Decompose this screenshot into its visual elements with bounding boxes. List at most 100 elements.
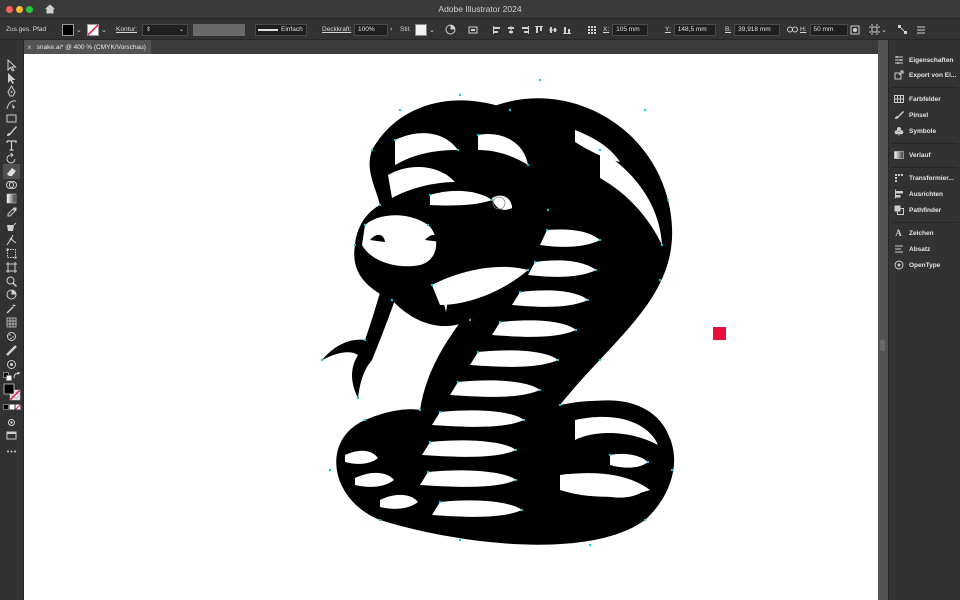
selection-tool-icon[interactable] (5, 59, 18, 72)
control-bar: Zus.ges. Pfad ⌄ ⌄ Kontur: ⇕ ⌄ Einfach Dec… (0, 19, 960, 40)
align-right-icon[interactable] (518, 23, 531, 36)
constrain-proportions-icon[interactable] (786, 23, 799, 36)
w-value: 39,918 mm (738, 26, 771, 33)
y-field[interactable]: 148,5 mm (673, 23, 716, 36)
swatches-icon (893, 94, 904, 105)
opentype-icon (893, 260, 904, 271)
w-field[interactable]: 39,918 mm (734, 23, 781, 36)
fill-dropdown-icon[interactable]: ⌄ (76, 26, 82, 34)
panel-label: Eigenschaften (909, 56, 954, 64)
recolor-artwork-icon[interactable] (444, 23, 457, 36)
artboard-canvas[interactable] (24, 54, 878, 600)
document-tab-bar: × snake.ai* @ 400 % (CMYK/Vorschau) (24, 40, 878, 54)
free-transform-tool-icon[interactable] (5, 247, 18, 260)
isolate-icon[interactable] (868, 23, 881, 36)
panel-pathfinder[interactable]: Pathfinder (893, 203, 941, 217)
panel-dock-gutter (878, 40, 888, 600)
opacity-field[interactable]: 100% (354, 23, 388, 36)
blend-tool-icon[interactable] (5, 358, 18, 371)
panel-label: Pinsel (909, 111, 929, 119)
isolate-dropdown-icon[interactable]: ⌄ (881, 26, 887, 34)
puppet-warp-tool-icon[interactable] (5, 234, 18, 247)
selected-red-square[interactable] (713, 327, 726, 340)
color-mode-icons[interactable] (3, 404, 21, 411)
stroke-line-preview (258, 28, 278, 31)
panel-absatz[interactable]: Absatz (893, 242, 930, 256)
panel-eigenschaften[interactable]: Eigenschaften (893, 53, 953, 67)
x-field[interactable]: 105 mm (612, 23, 649, 36)
properties-icon (893, 55, 904, 66)
paintbrush-tool-icon[interactable] (5, 125, 18, 138)
swap-colors-icon[interactable] (13, 372, 21, 380)
screen-mode-icon[interactable] (5, 429, 18, 442)
opacity-label[interactable]: Deckkraft: (322, 26, 351, 33)
artboard-tool-icon[interactable] (5, 261, 18, 274)
panel-transformieren[interactable]: Transformier... (893, 171, 954, 185)
document-tab[interactable]: × snake.ai* @ 400 % (CMYK/Vorschau) (24, 40, 151, 54)
panel-label: Export von El... (909, 71, 957, 79)
eyedropper-tool-icon[interactable] (5, 206, 18, 219)
magic-wand-tool-icon[interactable] (5, 302, 18, 315)
stroke-dropdown-icon[interactable]: ⌄ (101, 26, 107, 34)
snake-artwork[interactable] (24, 54, 878, 600)
rectangle-tool-icon[interactable] (5, 112, 18, 125)
panel-symbole[interactable]: Symbole (893, 124, 936, 138)
brush-definition-dropdown[interactable]: Einfach (255, 23, 307, 36)
style-dropdown-icon[interactable]: ⌄ (429, 26, 435, 34)
align-vcenter-icon[interactable] (546, 23, 559, 36)
align-left-icon[interactable] (490, 23, 503, 36)
panel-farbfelder[interactable]: Farbfelder (893, 92, 941, 106)
fill-stroke-swatches[interactable] (3, 383, 21, 401)
mesh-tool-icon[interactable] (5, 316, 18, 329)
live-paint-bucket-icon[interactable] (5, 220, 18, 233)
pie-graph-tool-icon[interactable] (5, 288, 18, 301)
panel-menu-icon[interactable] (914, 23, 927, 36)
draw-mode-icon[interactable] (5, 416, 18, 429)
panel-pinsel[interactable]: Pinsel (893, 108, 928, 122)
shape-options-icon[interactable] (848, 23, 861, 36)
shape-builder-tool-icon[interactable] (5, 179, 18, 192)
stroke-none-swatch[interactable] (87, 23, 99, 36)
pen-tool-icon[interactable] (5, 85, 18, 98)
panel-export[interactable]: Export von El... (893, 68, 956, 82)
distribute-icon[interactable] (896, 23, 909, 36)
panel-label: Absatz (909, 245, 931, 253)
panel-verlauf[interactable]: Verlauf (893, 148, 931, 162)
zoom-tool-icon[interactable] (5, 275, 18, 288)
variable-width-profile[interactable] (193, 23, 245, 36)
measure-tool-icon[interactable] (5, 344, 18, 357)
stroke-label[interactable]: Kontur: (116, 26, 137, 33)
opacity-value: 100% (358, 26, 375, 33)
default-colors-icon[interactable] (3, 372, 12, 381)
graphic-style-swatch[interactable] (415, 23, 427, 36)
align-selection-icon[interactable] (466, 23, 479, 36)
fill-swatch[interactable] (62, 23, 74, 36)
y-value: 148,5 mm (677, 26, 707, 33)
close-tab-icon[interactable]: × (27, 43, 32, 52)
panel-zeichen[interactable]: A Zeichen (893, 226, 933, 240)
symbol-sprayer-icon[interactable] (5, 330, 18, 343)
direct-selection-tool-icon[interactable] (5, 72, 18, 85)
symbols-icon (893, 126, 904, 137)
y-label: Y: (665, 26, 671, 33)
more-tools-icon[interactable] (5, 445, 18, 458)
reference-point-icon[interactable] (585, 23, 598, 36)
panel-label: Pathfinder (909, 206, 942, 214)
stroke-weight-stepper-icon[interactable]: ⇕ (146, 26, 151, 33)
panel-label: Verlauf (909, 151, 931, 159)
type-tool-icon[interactable] (5, 139, 18, 152)
panel-label: Transformier... (909, 174, 954, 182)
stroke-weight-dropdown-icon[interactable]: ⌄ (179, 26, 184, 33)
stroke-weight-field[interactable]: ⇕ ⌄ (142, 23, 188, 36)
panel-ausrichten[interactable]: Ausrichten (893, 187, 943, 201)
panel-opentype[interactable]: OpenType (893, 258, 940, 272)
collapse-handle[interactable] (880, 340, 885, 351)
align-hcenter-icon[interactable] (504, 23, 517, 36)
h-field[interactable]: 50 mm (809, 23, 848, 36)
opacity-arrow-icon[interactable]: › (390, 26, 392, 33)
eraser-tool-icon[interactable] (5, 165, 18, 178)
gradient-tool-icon[interactable] (5, 192, 18, 205)
align-bottom-icon[interactable] (560, 23, 573, 36)
curvature-tool-icon[interactable] (5, 98, 18, 111)
align-top-icon[interactable] (532, 23, 545, 36)
